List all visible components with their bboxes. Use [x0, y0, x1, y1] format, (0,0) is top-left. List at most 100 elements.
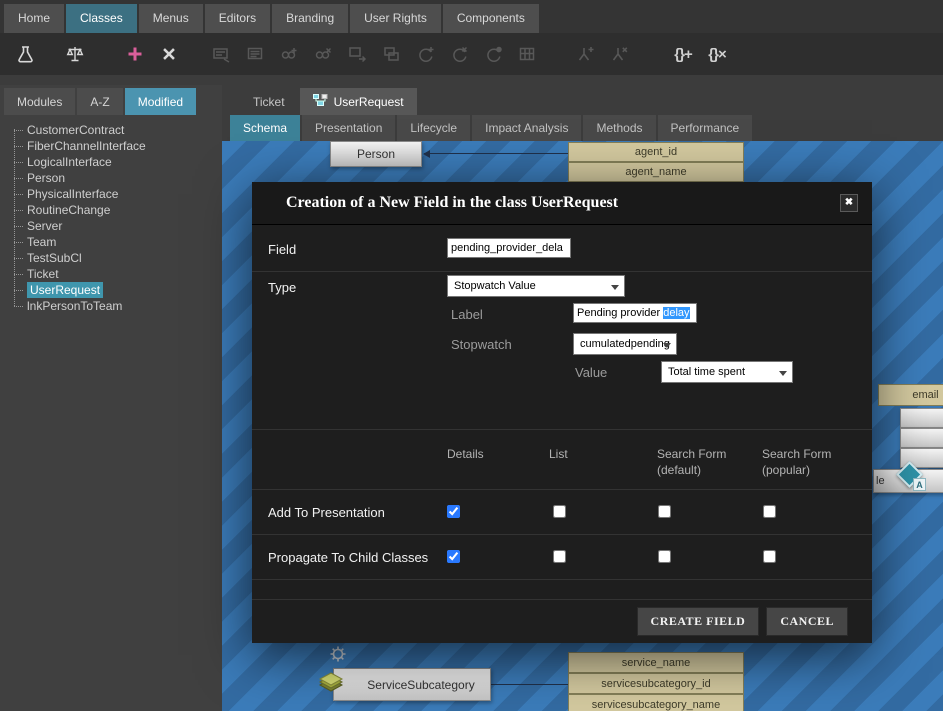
- diagram-field-service-name[interactable]: service_name: [568, 652, 744, 673]
- checkbox-propagate-search-popular[interactable]: [763, 550, 776, 563]
- diagram-field-servicesubcategory-id[interactable]: servicesubcategory_id: [568, 673, 744, 694]
- diagram-partial-box[interactable]: [900, 428, 943, 448]
- gear-icon[interactable]: [328, 644, 348, 667]
- value-select[interactable]: Total time spent: [661, 361, 793, 383]
- tree-item-server[interactable]: Server: [14, 218, 222, 234]
- view-tab-methods[interactable]: Methods: [583, 115, 655, 141]
- nav-tab-editors[interactable]: Editors: [205, 4, 270, 33]
- selected-text: delay: [663, 307, 689, 319]
- diagram-partial-box[interactable]: [900, 408, 943, 428]
- nav-tab-components[interactable]: Components: [443, 4, 539, 33]
- braces-remove-icon[interactable]: {}×: [700, 39, 734, 69]
- create-field-button[interactable]: CREATE FIELD: [637, 607, 760, 636]
- branch-remove-icon[interactable]: [602, 39, 636, 69]
- checkbox-presentation-search-popular[interactable]: [763, 505, 776, 518]
- nav-tab-branding[interactable]: Branding: [272, 4, 348, 33]
- cancel-button[interactable]: CANCEL: [766, 607, 848, 636]
- column-header-details: Details: [447, 446, 484, 462]
- type-section: Type Stopwatch Value Label Pending provi…: [252, 272, 872, 430]
- tree-item-ticket[interactable]: Ticket: [14, 266, 222, 282]
- checkbox-propagate-details[interactable]: [447, 550, 460, 563]
- braces-add-icon[interactable]: {}+: [666, 39, 700, 69]
- stopwatch-select[interactable]: cumulatedpending: [573, 333, 677, 355]
- branch-add-icon[interactable]: [568, 39, 602, 69]
- rotate-add-icon[interactable]: [408, 39, 442, 69]
- diagram-class-person[interactable]: Person: [330, 141, 422, 167]
- object-tabs: Ticket UserRequest: [222, 85, 943, 115]
- sidebar: Modules A-Z Modified CustomerContract Fi…: [0, 85, 222, 711]
- rotate-remove-icon[interactable]: [442, 39, 476, 69]
- tree-item-routinechange[interactable]: RoutineChange: [14, 202, 222, 218]
- checkbox-presentation-details[interactable]: [447, 505, 460, 518]
- sidebar-tab-modules[interactable]: Modules: [4, 88, 75, 115]
- flask-icon[interactable]: [8, 39, 42, 69]
- column-header-search-default: Search Form(default): [657, 446, 726, 478]
- layers-icon: [316, 672, 346, 701]
- diagram-field-servicesubcategory-name[interactable]: servicesubcategory_name: [568, 694, 744, 711]
- diagram-field-email[interactable]: email: [878, 384, 943, 406]
- propagate-row: Propagate To Child Classes: [252, 535, 872, 580]
- delete-icon[interactable]: [152, 39, 186, 69]
- object-tab-userrequest[interactable]: UserRequest: [300, 88, 417, 115]
- checkbox-propagate-list[interactable]: [553, 550, 566, 563]
- tree-item-lnkpersontoteam[interactable]: lnkPersonToTeam: [14, 298, 222, 314]
- field-label: Field: [268, 242, 296, 257]
- diagram-field-agent-name[interactable]: agent_name: [568, 162, 744, 182]
- tree-item-physicalinterface[interactable]: PhysicalInterface: [14, 186, 222, 202]
- label-label: Label: [451, 307, 483, 322]
- dialog-footer: CREATE FIELD CANCEL: [252, 600, 872, 643]
- connector-person: [424, 153, 568, 154]
- nav-tab-classes[interactable]: Classes: [66, 4, 137, 33]
- tree-item-testsubcl[interactable]: TestSubCl: [14, 250, 222, 266]
- link-add-icon[interactable]: [272, 39, 306, 69]
- tree-item-customercontract[interactable]: CustomerContract: [14, 122, 222, 138]
- card-arrow-icon[interactable]: [340, 39, 374, 69]
- nav-tab-menus[interactable]: Menus: [139, 4, 203, 33]
- tree-item-fiberchannelinterface[interactable]: FiberChannelInterface: [14, 138, 222, 154]
- link-remove-icon[interactable]: [306, 39, 340, 69]
- new-field-dialog: Creation of a New Field in the class Use…: [252, 182, 872, 643]
- diamond-badge-letter: A: [913, 478, 926, 491]
- add-icon[interactable]: [118, 39, 152, 69]
- rotate-dot-icon[interactable]: [476, 39, 510, 69]
- grid-icon[interactable]: [510, 39, 544, 69]
- tree-item-logicalinterface[interactable]: LogicalInterface: [14, 154, 222, 170]
- view-tab-impact-analysis[interactable]: Impact Analysis: [472, 115, 581, 141]
- close-icon[interactable]: ✖: [840, 194, 858, 212]
- view-tab-lifecycle[interactable]: Lifecycle: [397, 115, 470, 141]
- balance-icon[interactable]: [58, 39, 92, 69]
- checkbox-propagate-search-default[interactable]: [658, 550, 671, 563]
- sidebar-tab-modified[interactable]: Modified: [125, 88, 196, 115]
- nav-tab-home[interactable]: Home: [4, 4, 64, 33]
- field-row: Field: [252, 225, 872, 272]
- view-tab-performance[interactable]: Performance: [658, 115, 753, 141]
- cards-copy-icon[interactable]: [374, 39, 408, 69]
- add-to-presentation-label: Add To Presentation: [268, 505, 385, 520]
- tree-item-team[interactable]: Team: [14, 234, 222, 250]
- object-tab-ticket[interactable]: Ticket: [240, 88, 298, 115]
- column-header-list: List: [549, 446, 568, 462]
- diagram-class-servicesubcategory[interactable]: ServiceSubcategory: [333, 668, 491, 701]
- nav-tab-user-rights[interactable]: User Rights: [350, 4, 441, 33]
- connector-subcategory: [489, 684, 568, 685]
- checkbox-presentation-search-default[interactable]: [658, 505, 671, 518]
- class-diagram-icon: [313, 94, 328, 109]
- checkbox-presentation-list[interactable]: [553, 505, 566, 518]
- card-key-icon[interactable]: [204, 39, 238, 69]
- sidebar-tab-az[interactable]: A-Z: [77, 88, 122, 115]
- view-tab-schema[interactable]: Schema: [230, 115, 300, 141]
- card-icon[interactable]: [238, 39, 272, 69]
- tree-item-person[interactable]: Person: [14, 170, 222, 186]
- tree-item-userrequest[interactable]: UserRequest: [14, 282, 222, 298]
- propagate-label: Propagate To Child Classes: [268, 550, 428, 565]
- field-name-input[interactable]: [447, 238, 571, 258]
- dialog-header: Creation of a New Field in the class Use…: [252, 182, 872, 225]
- dialog-title: Creation of a New Field in the class Use…: [286, 194, 618, 212]
- type-select[interactable]: Stopwatch Value: [447, 275, 625, 297]
- view-tab-presentation[interactable]: Presentation: [302, 115, 395, 141]
- label-input[interactable]: Pending provider delay: [573, 303, 697, 323]
- dialog-spacer: [252, 580, 872, 600]
- stopwatch-label: Stopwatch: [451, 337, 512, 352]
- top-navigation: Home Classes Menus Editors Branding User…: [0, 0, 943, 33]
- diagram-field-agent-id[interactable]: agent_id: [568, 142, 744, 162]
